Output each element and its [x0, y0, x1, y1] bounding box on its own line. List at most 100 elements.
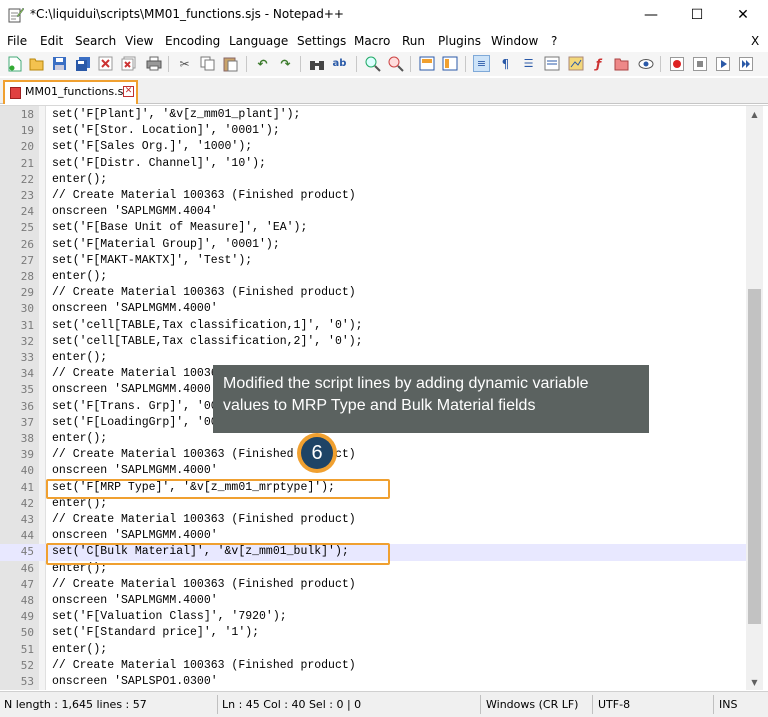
- code-text[interactable]: set('F[Standard price]', '1');: [52, 626, 259, 639]
- document-map-icon[interactable]: [567, 55, 584, 72]
- replace-icon[interactable]: ab: [331, 55, 348, 72]
- status-insert-mode[interactable]: INS: [719, 698, 737, 711]
- menu-plugins[interactable]: Plugins: [438, 34, 481, 48]
- code-line[interactable]: 23 // Create Material 100363 (Finished pr…: [0, 188, 746, 204]
- scroll-up-icon[interactable]: ▲: [746, 106, 763, 123]
- scrollbar-thumb[interactable]: [748, 289, 761, 624]
- code-line[interactable]: 52 // Create Material 100363 (Finished pr…: [0, 658, 746, 674]
- close-document-button[interactable]: X: [751, 34, 759, 48]
- code-text[interactable]: onscreen 'SAPLMGMM.4000': [52, 302, 218, 315]
- sync-horizontal-icon[interactable]: [441, 55, 458, 72]
- code-line[interactable]: 18 set('F[Plant]', '&v[z_mm01_plant]');: [0, 107, 746, 123]
- minimize-button[interactable]: —: [628, 0, 674, 30]
- menu-edit[interactable]: Edit: [40, 34, 63, 48]
- menu-window[interactable]: Window: [491, 34, 538, 48]
- new-file-icon[interactable]: [6, 55, 23, 72]
- run-macro-multiple-icon[interactable]: [737, 55, 754, 72]
- code-line[interactable]: 24 onscreen 'SAPLMGMM.4004': [0, 204, 746, 220]
- code-line[interactable]: 51 enter();: [0, 642, 746, 658]
- code-line[interactable]: 29 // Create Material 100363 (Finished pr…: [0, 285, 746, 301]
- code-text[interactable]: onscreen 'SAPLSPO1.0300': [52, 675, 218, 688]
- word-wrap-icon[interactable]: ≡: [473, 55, 490, 72]
- menu-search[interactable]: Search: [75, 34, 116, 48]
- code-line[interactable]: 32 set('cell[TABLE,Tax classification,2]'…: [0, 334, 746, 350]
- code-text[interactable]: set('F[Material Group]', '0001');: [52, 238, 280, 251]
- tab-close-icon[interactable]: ✕: [123, 86, 134, 97]
- copy-icon[interactable]: [199, 55, 216, 72]
- code-line[interactable]: 43 // Create Material 100363 (Finished pr…: [0, 512, 746, 528]
- code-text[interactable]: set('F[Stor. Location]', '0001');: [52, 124, 280, 137]
- show-all-characters-icon[interactable]: ¶: [497, 55, 514, 72]
- close-window-button[interactable]: ✕: [720, 0, 766, 30]
- menu-view[interactable]: View: [125, 34, 153, 48]
- close-all-icon[interactable]: [120, 55, 137, 72]
- code-text[interactable]: set('cell[TABLE,Tax classification,1]', …: [52, 319, 363, 332]
- paste-icon[interactable]: [222, 55, 239, 72]
- play-macro-icon[interactable]: [714, 55, 731, 72]
- find-icon[interactable]: [308, 55, 325, 72]
- code-line[interactable]: 31 set('cell[TABLE,Tax classification,1]'…: [0, 318, 746, 334]
- code-text[interactable]: enter();: [52, 643, 107, 656]
- code-text[interactable]: set('F[Valuation Class]', '7920');: [52, 610, 287, 623]
- status-encoding[interactable]: UTF-8: [598, 698, 630, 711]
- print-icon[interactable]: [145, 55, 162, 72]
- code-text[interactable]: set('F[Base Unit of Measure]', 'EA');: [52, 221, 307, 234]
- tab-mm01-functions[interactable]: MM01_functions.sjs ✕: [3, 80, 138, 104]
- menu-file[interactable]: File: [7, 34, 27, 48]
- code-line[interactable]: 47 // Create Material 100363 (Finished pr…: [0, 577, 746, 593]
- zoom-out-icon[interactable]: [387, 55, 404, 72]
- code-text[interactable]: set('F[MAKT-MAKTX]', 'Test');: [52, 254, 252, 267]
- sync-vertical-icon[interactable]: [418, 55, 435, 72]
- code-line[interactable]: 28 enter();: [0, 269, 746, 285]
- code-line[interactable]: 50 set('F[Standard price]', '1');: [0, 625, 746, 641]
- code-text[interactable]: enter();: [52, 351, 107, 364]
- code-line[interactable]: 39// Create Material 100363 (Finished pr…: [0, 447, 746, 463]
- code-text[interactable]: set('cell[TABLE,Tax classification,2]', …: [52, 335, 363, 348]
- code-text[interactable]: set('F[Sales Org.]', '1000');: [52, 140, 252, 153]
- language-icon[interactable]: [543, 55, 560, 72]
- code-line[interactable]: 48 onscreen 'SAPLMGMM.4000': [0, 593, 746, 609]
- open-file-icon[interactable]: [28, 55, 45, 72]
- function-list-icon[interactable]: ƒ: [590, 55, 607, 72]
- record-macro-icon[interactable]: [668, 55, 685, 72]
- code-line[interactable]: 53 onscreen 'SAPLSPO1.0300': [0, 674, 746, 690]
- code-line[interactable]: 22 enter();: [0, 172, 746, 188]
- menu-run[interactable]: Run: [402, 34, 425, 48]
- code-line[interactable]: 20 set('F[Sales Org.]', '1000');: [0, 139, 746, 155]
- code-line[interactable]: 21 set('F[Distr. Channel]', '10');: [0, 156, 746, 172]
- vertical-scrollbar[interactable]: ▲ ▼: [746, 106, 763, 690]
- code-text[interactable]: enter();: [52, 432, 107, 445]
- code-line[interactable]: 26 set('F[Material Group]', '0001');: [0, 237, 746, 253]
- code-line[interactable]: 30 onscreen 'SAPLMGMM.4000': [0, 301, 746, 317]
- monitoring-eye-icon[interactable]: [637, 55, 654, 72]
- scroll-down-icon[interactable]: ▼: [746, 674, 763, 690]
- code-text[interactable]: // Create Material 100363 (Finished prod…: [52, 189, 356, 202]
- code-line[interactable]: 38 enter();: [0, 431, 746, 447]
- code-text[interactable]: onscreen 'SAPLMGMM.4000': [52, 529, 218, 542]
- code-text[interactable]: onscreen 'SAPLMGMM.4000': [52, 594, 218, 607]
- cut-icon[interactable]: ✂: [176, 55, 193, 72]
- code-line[interactable]: 27 set('F[MAKT-MAKTX]', 'Test');: [0, 253, 746, 269]
- code-text[interactable]: onscreen 'SAPLMGMM.4004': [52, 205, 218, 218]
- code-text[interactable]: set('F[Distr. Channel]', '10');: [52, 157, 266, 170]
- code-line[interactable]: 33 enter();: [0, 350, 746, 366]
- folder-workspace-icon[interactable]: [613, 55, 630, 72]
- maximize-button[interactable]: ☐: [674, 0, 720, 30]
- code-text[interactable]: onscreen 'SAPLMGMM.4000': [52, 464, 218, 477]
- code-line[interactable]: 19 set('F[Stor. Location]', '0001');: [0, 123, 746, 139]
- menu-help[interactable]: ?: [551, 34, 557, 48]
- menu-encoding[interactable]: Encoding: [165, 34, 220, 48]
- redo-icon[interactable]: ↷: [277, 55, 294, 72]
- zoom-in-icon[interactable]: [364, 55, 381, 72]
- menu-settings[interactable]: Settings: [297, 34, 346, 48]
- status-eol[interactable]: Windows (CR LF): [486, 698, 578, 711]
- stop-recording-icon[interactable]: [691, 55, 708, 72]
- code-line[interactable]: 49 set('F[Valuation Class]', '7920');: [0, 609, 746, 625]
- code-text[interactable]: enter();: [52, 173, 107, 186]
- close-file-icon[interactable]: [97, 55, 114, 72]
- code-text[interactable]: // Create Material 100363 (Finished prod…: [52, 578, 356, 591]
- code-text[interactable]: onscreen 'SAPLMGMM.4000': [52, 383, 218, 396]
- code-text[interactable]: // Create Material 100363 (Finished prod…: [52, 513, 356, 526]
- save-all-icon[interactable]: [74, 55, 91, 72]
- indent-guide-icon[interactable]: ☰: [520, 55, 537, 72]
